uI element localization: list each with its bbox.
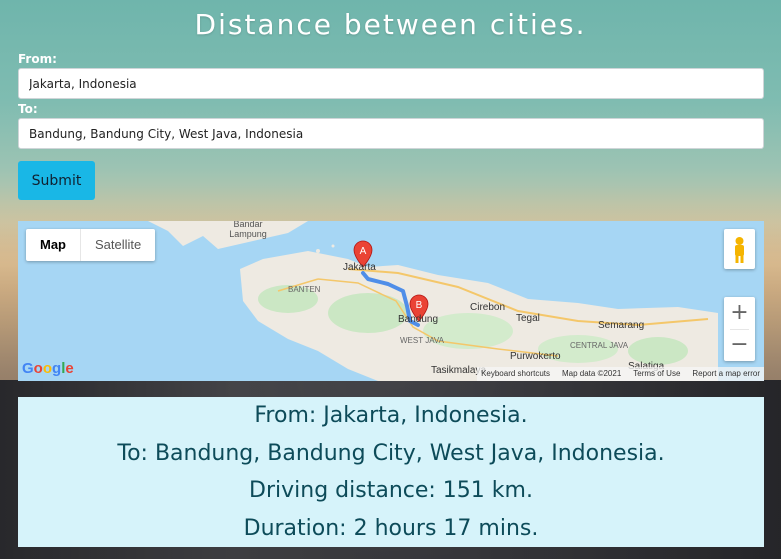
label-jakarta: Jakarta	[343, 262, 376, 273]
page-title: Distance between cities.	[194, 8, 587, 41]
street-view-pegman[interactable]	[724, 229, 755, 269]
map-attribution: Keyboard shortcuts Map data ©2021 Terms …	[477, 367, 764, 381]
label-west-java: WEST JAVA	[400, 336, 445, 345]
route-map[interactable]: A B Bandar Lampung BANTEN Jakarta Bandun…	[18, 221, 764, 381]
keyboard-shortcuts-link[interactable]: Keyboard shortcuts	[481, 367, 550, 381]
submit-button[interactable]: Submit	[18, 161, 95, 200]
terms-link[interactable]: Terms of Use	[633, 367, 680, 381]
result-to: To: Bandung, Bandung City, West Java, In…	[117, 440, 665, 466]
google-logo[interactable]: Google	[22, 360, 74, 377]
marker-a-label: A	[360, 246, 367, 257]
label-bandung: Bandung	[398, 314, 438, 325]
report-error-link[interactable]: Report a map error	[692, 367, 760, 381]
result-duration: Duration: 2 hours 17 mins.	[243, 515, 539, 541]
label-semarang: Semarang	[598, 320, 644, 331]
label-bandar-lampung-2: Lampung	[229, 229, 267, 239]
result-distance: Driving distance: 151 km.	[249, 478, 533, 503]
result-from: From: Jakarta, Indonesia.	[254, 403, 528, 428]
from-label: From:	[18, 52, 57, 66]
pegman-icon	[735, 237, 744, 263]
to-label: To:	[18, 102, 38, 116]
label-central-java: CENTRAL JAVA	[570, 341, 629, 350]
marker-b-label: B	[416, 300, 423, 311]
island	[316, 249, 320, 253]
results-panel: From: Jakarta, Indonesia. To: Bandung, B…	[18, 397, 764, 547]
map-type-map-button[interactable]: Map	[26, 229, 81, 261]
to-input[interactable]	[18, 118, 764, 149]
label-purwokerto: Purwokerto	[510, 351, 561, 362]
zoom-divider	[730, 329, 749, 330]
zoom-in-button[interactable]: +	[724, 297, 755, 329]
map-type-control: Map Satellite	[26, 229, 156, 261]
zoom-out-button[interactable]: −	[724, 329, 755, 361]
label-bandar-lampung-1: Bandar	[233, 221, 262, 229]
map-type-satellite-button[interactable]: Satellite	[81, 229, 155, 261]
label-banten: BANTEN	[288, 285, 321, 294]
label-cirebon: Cirebon	[470, 302, 505, 313]
sumatra-land	[148, 221, 308, 249]
zoom-control: + −	[724, 297, 755, 361]
map-data-text: Map data ©2021	[562, 369, 622, 378]
label-tegal: Tegal	[516, 313, 540, 324]
forest-area	[328, 293, 408, 333]
from-input[interactable]	[18, 68, 764, 99]
island	[331, 244, 335, 248]
